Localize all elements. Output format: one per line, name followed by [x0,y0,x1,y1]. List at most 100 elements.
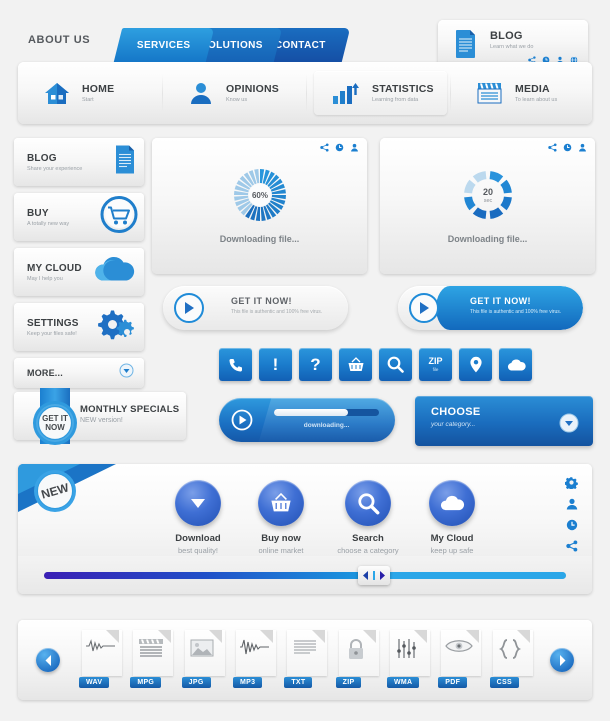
specials-title: MONTHLY SPECIALS [80,404,180,415]
arrow-right-icon [173,292,205,329]
chevron-left-icon [362,571,368,580]
clapperboard-icon [477,83,502,104]
nav-item-opinions[interactable]: OPINIONS Know us [170,71,303,115]
search-icon-button[interactable] [379,348,412,381]
user-icon[interactable] [566,498,578,510]
nav-title: HOME [82,83,115,95]
downloading-progress-button[interactable]: downloading... [219,398,395,442]
lock-icon [331,638,382,667]
file-label: MPG [130,677,162,688]
progress-track[interactable] [274,409,379,416]
chevron-left-icon [45,654,51,666]
blog-card-title: BLOG [490,30,523,42]
get-button-title: GET IT NOW! [470,296,531,306]
file-label: TXT [284,677,313,688]
file-item-pdf[interactable]: PDF [433,628,484,692]
slider-handle[interactable] [357,566,390,585]
tab-about-us[interactable]: ABOUT US [28,34,90,46]
monthly-specials-banner[interactable]: GET IT NOW MONTHLY SPECIALS NEW version! [14,388,186,445]
house-icon [45,83,69,104]
nav-item-statistics[interactable]: STATISTICS Learning from data [314,71,447,115]
help-icon-button[interactable]: ? [299,348,332,381]
panel-side-icons [565,476,578,552]
get-it-now-button-light[interactable]: GET IT NOW! This file is authentic and 1… [163,286,348,330]
slider-fill [44,572,368,579]
feature-my-cloud[interactable]: My Cloud keep up safe [404,480,500,555]
download-progress-radial: 60% Downloading file... [152,166,367,244]
feature-buy-now[interactable]: Buy now online market [233,480,329,555]
sidebar-item-title: BLOG [27,152,57,164]
feature-download[interactable]: Download best quality! [150,480,246,555]
feature-search[interactable]: Search choose a category [320,480,416,555]
nav-item-media[interactable]: MEDIA To learn about us [458,71,591,115]
sidebar-item-more[interactable]: MORE... [14,358,144,388]
sidebar-item-subtitle: May I help you [27,275,63,282]
sidebar-item-settings[interactable]: SETTINGS Keep your files safe! [14,303,144,351]
nav-item-home[interactable]: HOME Start [26,71,159,115]
cart-icon [100,196,138,239]
file-list: WAV MPG JPG MP3 TXT ZIP WMA PDF CSS [74,628,536,692]
choose-subtitle: your category... [431,421,476,428]
segmented-donut-icon: 20 sec [463,171,512,219]
radial-spinner-icon: 60% [233,169,286,221]
choose-category-button[interactable]: CHOOSE your category... [415,396,593,446]
nav-title: STATISTICS [372,83,434,95]
text-lines-icon [279,638,330,663]
file-item-jpg[interactable]: JPG [177,628,228,692]
cloud-icon-button[interactable] [499,348,532,381]
share-icon[interactable] [565,540,578,552]
phone-icon [228,358,242,372]
alert-icon-button[interactable]: ! [259,348,292,381]
clock-icon[interactable] [335,143,344,152]
phone-icon-button[interactable] [219,348,252,381]
file-item-wav[interactable]: WAV [74,628,125,692]
file-item-mp3[interactable]: MP3 [228,628,279,692]
file-item-txt[interactable]: TXT [279,628,330,692]
play-icon[interactable] [231,409,253,436]
zip-file-button[interactable]: ZIP file [419,348,452,381]
location-pin-icon [469,356,482,373]
file-item-wma[interactable]: WMA [382,628,433,692]
file-label: MP3 [232,677,263,688]
nav-separator [306,74,307,112]
file-item-css[interactable]: CSS [485,628,536,692]
main-navigation-bar: HOME Start OPINIONS Know us STATISTICS L… [18,62,592,124]
blog-card[interactable]: BLOG Learn what we do [438,20,588,68]
share-icon[interactable] [548,143,557,152]
basket-icon-button[interactable] [339,348,372,381]
get-it-now-badge[interactable]: GET IT NOW [32,400,78,451]
alert-icon: ! [272,355,279,374]
sidebar-item-my-cloud[interactable]: MY CLOUD May I help you [14,248,144,296]
file-item-zip[interactable]: ZIP [331,628,382,692]
sidebar-item-blog[interactable]: BLOG Share your experience [14,138,144,186]
cloud-icon [92,255,138,290]
waveform-icon [228,638,279,661]
user-icon[interactable] [578,143,587,152]
clock-icon[interactable] [563,143,572,152]
share-icon[interactable] [320,143,329,152]
get-it-now-button-blue[interactable]: GET IT NOW! This file is authentic and 1… [398,286,583,330]
primary-tab-bar: ABOUT US SERVICES SOLUTIONS CONTACT [18,28,351,62]
tab-label: SERVICES [137,39,191,51]
chevron-down-icon[interactable] [559,413,579,438]
cloud-icon [507,358,526,370]
new-badge: NEW [32,468,78,519]
download-panel-percent: 60% Downloading file... [152,138,367,274]
sidebar-item-title: SETTINGS [27,317,79,329]
clock-icon[interactable] [566,519,578,531]
download-caption: Downloading file... [447,234,528,244]
feature-label: Search [352,533,384,544]
user-icon[interactable] [350,143,359,152]
slider-track[interactable] [44,572,566,579]
gear-icon[interactable] [565,476,578,489]
blog-card-subtitle: Learn what we do [490,44,534,50]
location-pin-icon-button[interactable] [459,348,492,381]
file-item-mpg[interactable]: MPG [125,628,176,692]
sidebar-item-title: MY CLOUD [27,262,82,274]
carousel-prev-button[interactable] [36,648,60,672]
sidebar-item-buy[interactable]: BUY A totally new way [14,193,144,241]
carousel-next-button[interactable] [550,648,574,672]
tab-services[interactable]: SERVICES [113,28,215,62]
chevron-down-icon[interactable] [119,363,134,383]
arrow-right-icon [408,292,440,329]
